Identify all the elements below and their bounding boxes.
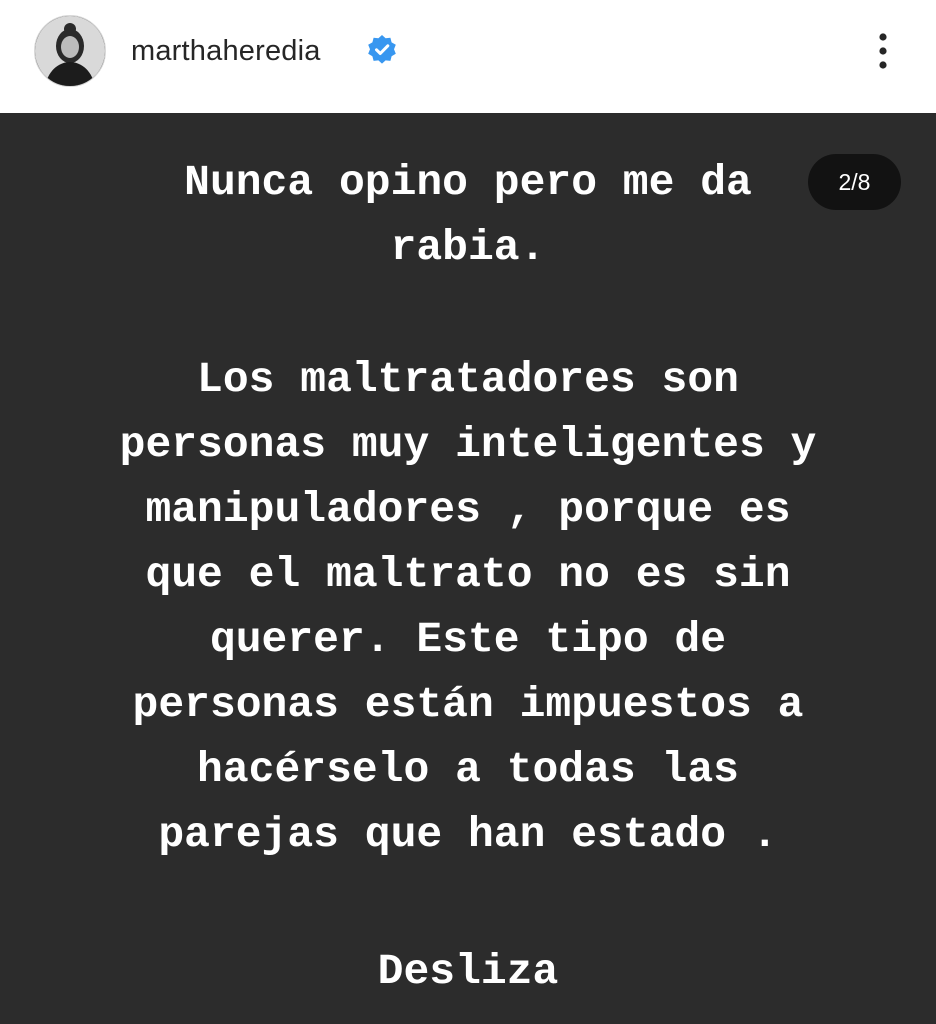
verified-badge-icon	[368, 35, 396, 64]
profile-photo-icon	[35, 16, 105, 86]
post-text-intro: Nunca opino pero me da rabia.	[184, 158, 752, 272]
avatar[interactable]	[34, 15, 106, 87]
carousel-counter: 2/8	[808, 154, 901, 210]
username[interactable]: marthaheredia	[131, 31, 321, 71]
post-header: marthaheredia	[0, 0, 936, 113]
post-text-body: Los maltratadores son personas muy intel…	[119, 355, 817, 859]
more-vertical-icon[interactable]	[866, 28, 900, 74]
post-text-swipe: Desliza	[377, 947, 559, 996]
